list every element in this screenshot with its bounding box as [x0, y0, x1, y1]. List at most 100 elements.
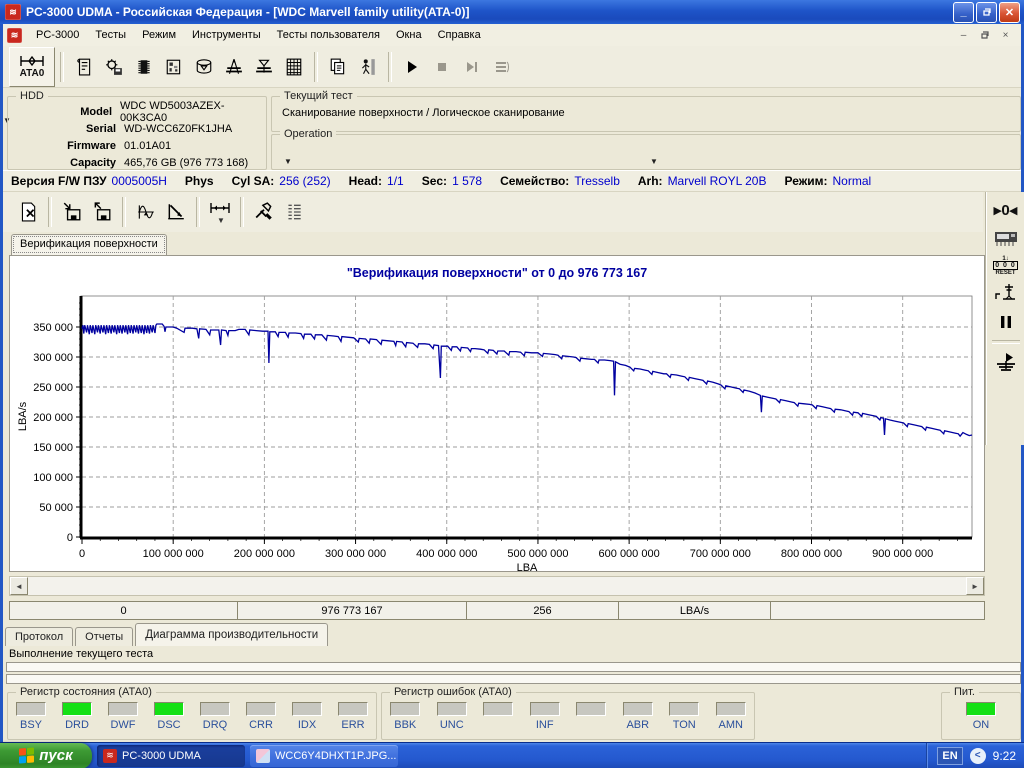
range-select-button[interactable]: ▼	[205, 196, 235, 228]
status-item: Режим:Normal	[785, 174, 872, 188]
power-group: Пит. ON	[941, 692, 1021, 740]
database-button[interactable]	[189, 49, 219, 85]
range-dropdown-icon[interactable]: ▼	[217, 216, 225, 225]
start-button[interactable]: пуск	[0, 743, 92, 768]
recalibrate-button[interactable]: ▸0◂	[990, 197, 1022, 223]
status-register-legend: Регистр состояния (АТА0)	[16, 686, 156, 698]
status-item: Head:1/1	[349, 174, 404, 188]
mdi-close-button[interactable]: ×	[996, 27, 1015, 44]
copy-reports-button[interactable]	[323, 49, 353, 85]
restore-button[interactable]	[976, 2, 997, 23]
chart-title: "Верификация поверхности" от 0 до 976 77…	[10, 266, 984, 280]
tab-surface-verification[interactable]: Верификация поверхности	[11, 234, 167, 255]
stop-test-button[interactable]	[427, 49, 457, 85]
task-icon	[256, 749, 270, 763]
utility-report-button[interactable]	[69, 49, 99, 85]
mdi-minimize-button[interactable]: –	[954, 27, 973, 44]
clock: 9:22	[993, 749, 1016, 763]
pci-card-button[interactable]	[990, 225, 1022, 251]
power-drive-button[interactable]	[990, 349, 1022, 375]
task-queue-button[interactable]	[487, 49, 517, 85]
step-test-button[interactable]	[457, 49, 487, 85]
menu-item-тесты[interactable]: Тесты	[87, 26, 134, 44]
y-tick-label: 350 000	[33, 322, 73, 334]
user-exit-button[interactable]	[353, 49, 383, 85]
language-indicator[interactable]: EN	[937, 747, 962, 765]
plot-area	[81, 296, 972, 537]
status-item-label: Режим:	[785, 174, 828, 188]
register-led-cell	[477, 702, 519, 731]
grid-table-button[interactable]	[279, 49, 309, 85]
toolbar-separator	[314, 52, 318, 82]
wave-view-button[interactable]	[131, 196, 161, 228]
led-label: IDX	[298, 719, 316, 731]
menu-item-тесты пользователя[interactable]: Тесты пользователя	[269, 26, 388, 44]
footer-cell: LBA/s	[619, 601, 771, 620]
chart-settings-button[interactable]	[249, 196, 279, 228]
menu-item-инструменты[interactable]: Инструменты	[184, 26, 269, 44]
hdd-info-group: HDD ModelWDC WD5003AZEX-00K3CA0SerialWD-…	[7, 96, 267, 170]
terminal-probe-button[interactable]	[990, 281, 1022, 307]
run-test-button[interactable]	[397, 49, 427, 85]
copy-icon	[329, 58, 347, 76]
led-label: DSC	[157, 719, 180, 731]
hide-icons-button[interactable]: <	[970, 748, 986, 764]
hdd-field-value: 465,76 GB (976 773 168)	[124, 157, 248, 169]
ata0-port-button[interactable]: ATA0	[9, 47, 55, 87]
toolbar-separator	[240, 197, 244, 227]
load-data-button[interactable]	[87, 196, 117, 228]
minimize-button[interactable]: _	[953, 2, 974, 23]
close-button[interactable]: ✕	[999, 2, 1020, 23]
pause-button[interactable]	[990, 309, 1022, 335]
operation-dropdown2-icon[interactable]: ▼	[650, 157, 658, 166]
hdd-field-row: Capacity465,76 GB (976 773 168)	[8, 154, 266, 171]
mdi-restore-button[interactable]	[975, 27, 994, 44]
task-icon: ≋	[103, 749, 117, 763]
bottom-tab-3[interactable]: Диаграмма производительности	[135, 623, 328, 646]
register-led-cell: CRR	[240, 702, 282, 731]
save-data-button[interactable]	[57, 196, 87, 228]
scroll-left-button[interactable]: ◄	[10, 577, 28, 595]
resources-button[interactable]	[159, 49, 189, 85]
led-indicator	[338, 702, 368, 716]
y-tick-label: 250 000	[33, 382, 73, 394]
wave-chart-icon	[136, 202, 156, 222]
chart-panel: "Верификация поверхности" от 0 до 976 77…	[9, 255, 985, 572]
slope-view-button[interactable]	[161, 196, 191, 228]
chart-toolbar: ▼	[3, 192, 983, 232]
led-indicator	[716, 702, 746, 716]
chart-scrollbar[interactable]: ◄ ►	[9, 576, 985, 596]
power-legend: Пит.	[950, 686, 979, 698]
pci-card-icon	[993, 229, 1019, 247]
status-item: Cyl SA:256 (252)	[232, 174, 331, 188]
taskbar-task-2[interactable]: WCC6Y4DHXT1P.JPG...	[250, 745, 398, 767]
error-register-legend: Регистр ошибок (АТА0)	[390, 686, 516, 698]
status-item-value: Marvell ROYL 20B	[668, 174, 767, 188]
register-led-cell: DSC	[148, 702, 190, 731]
y-tick-label: 200 000	[33, 412, 73, 424]
operation-dropdown-icon[interactable]: ▼	[284, 157, 292, 166]
clear-report-button[interactable]	[13, 196, 43, 228]
menu-item-справка[interactable]: Справка	[430, 26, 489, 44]
chip-button[interactable]	[129, 49, 159, 85]
menu-item-pc-3000[interactable]: PC-3000	[28, 26, 87, 44]
toolbar-separator	[992, 340, 1020, 344]
menu-item-режим[interactable]: Режим	[134, 26, 184, 44]
led-label: AMN	[719, 719, 743, 731]
bottom-tab-1[interactable]: Протокол	[5, 627, 73, 646]
test-compass-button[interactable]	[219, 49, 249, 85]
funnel-test-button[interactable]	[249, 49, 279, 85]
menu-item-окна[interactable]: Окна	[388, 26, 430, 44]
reset-button[interactable]: 1↓0 0 0RESET	[990, 253, 1022, 279]
x-tick-label: 400 000 000	[416, 548, 477, 560]
utility-settings-button[interactable]	[99, 49, 129, 85]
drive-status-line: Версия F/W ПЗУ0005005HPhysCyl SA:256 (25…	[3, 170, 1021, 192]
x-tick-label: 300 000 000	[325, 548, 386, 560]
scroll-right-button[interactable]: ►	[966, 577, 984, 595]
parameters-button[interactable]	[279, 196, 309, 228]
bottom-tab-2[interactable]: Отчеты	[75, 627, 133, 646]
led-label: DRQ	[203, 719, 227, 731]
x-tick-label: 0	[79, 548, 85, 560]
taskbar-task-1[interactable]: ≋PC-3000 UDMA	[97, 745, 245, 767]
y-tick-label: 50 000	[39, 502, 73, 514]
